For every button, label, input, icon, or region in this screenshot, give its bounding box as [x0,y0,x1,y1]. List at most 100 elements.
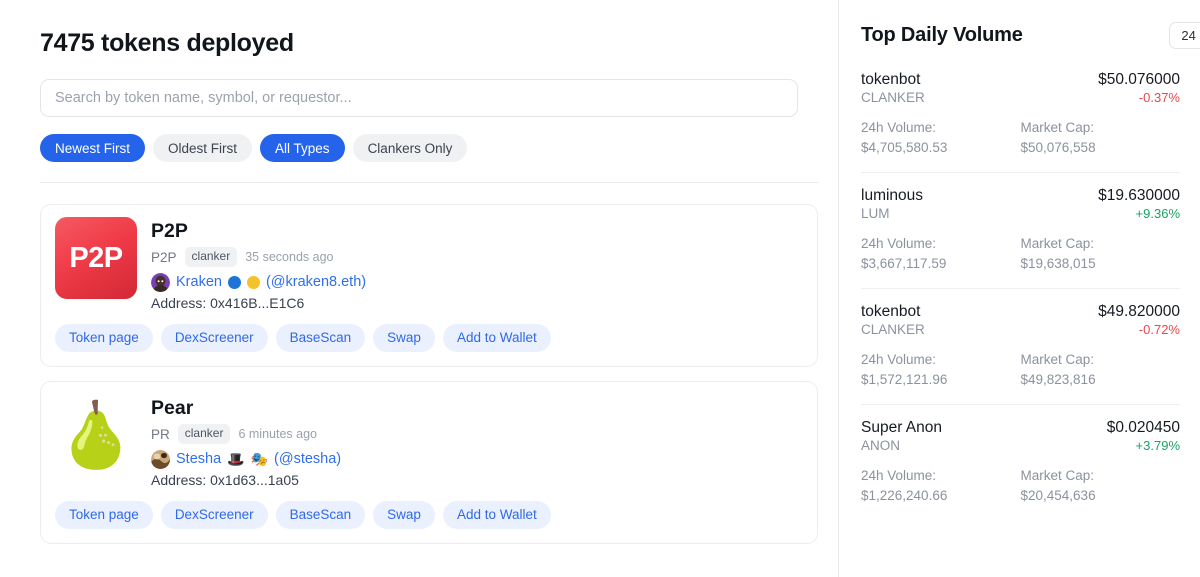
volume-token-price: $0.020450 [1106,419,1180,437]
stat-market-cap: Market Cap: $19,638,015 [1021,234,1181,273]
stat-value: $1,572,121.96 [861,371,948,387]
top-daily-volume-panel: Top Daily Volume 24 hours tokenbot $50.0… [838,0,1200,577]
stat-volume: 24h Volume: $3,667,117.59 [861,234,1021,273]
token-actions-row: Token page DexScreener BaseScan Swap Add… [55,500,803,529]
token-address: Address: 0x416B...E1C6 [151,295,366,311]
address-label: Address: [151,471,211,488]
basescan-button[interactable]: BaseScan [275,500,366,529]
token-meta-line: P2P clanker 35 seconds ago [151,247,366,267]
stat-value: $3,667,117.59 [861,255,947,271]
top-hat-icon: 🎩 [227,451,245,468]
token-timestamp: 35 seconds ago [245,250,334,265]
volume-token-symbol: CLANKER [861,322,925,338]
swap-button[interactable]: Swap [373,323,435,352]
token-logo-icon: P2P [55,217,137,299]
creator-name[interactable]: Stesha [176,451,221,467]
address-value: 0x416B...E1C6 [210,294,305,311]
page-title: 7475 tokens deployed [40,29,294,57]
token-card-header: P2P P2P P2P clanker 35 seconds ago Krake… [55,217,803,311]
volume-token-name: tokenbot [861,303,921,321]
price-change-badge: -0.72% [1138,322,1180,338]
stat-label: 24h Volume: [861,352,937,368]
token-timestamp: 6 minutes ago [238,427,317,442]
stat-volume: 24h Volume: $1,226,240.66 [861,466,1021,505]
period-select[interactable]: 24 hours [1169,22,1200,49]
token-page-button[interactable]: Token page [55,500,153,529]
panel-header: Top Daily Volume 24 hours [861,22,1200,49]
filter-chip-oldest-first[interactable]: Oldest First [153,134,253,162]
list-item[interactable]: Super Anon $0.020450 ANON +3.79% 24h Vol… [861,404,1180,520]
token-page-button[interactable]: Token page [55,323,153,352]
address-value: 0x1d63...1a05 [210,471,299,488]
app-root: 7475 tokens deployed Newest First Oldest… [0,0,1200,577]
token-type-tag: clanker [184,247,238,267]
address-label: Address: [151,294,211,311]
search-wrapper [40,79,818,117]
list-item[interactable]: luminous $19.630000 LUM +9.36% 24h Volum… [861,172,1180,288]
pear-icon: 🍐 [56,398,136,471]
list-item[interactable]: tokenbot $50.076000 CLANKER -0.37% 24h V… [861,71,1180,172]
volume-token-price: $19.630000 [1098,187,1180,205]
filter-chip-row: Newest First Oldest First All Types Clan… [40,134,818,162]
token-creator-line: Kraken (@kraken8.eth) [151,272,366,292]
token-details: Pear PR clanker 6 minutes ago Stesha 🎩 🎭… [151,394,341,488]
stat-market-cap: Market Cap: $49,823,816 [1021,350,1181,389]
swap-button[interactable]: Swap [373,500,435,529]
stat-value: $50,076,558 [1020,139,1096,155]
price-change-badge: -0.37% [1138,90,1180,105]
stat-value: $49,823,816 [1020,371,1096,387]
stat-market-cap: Market Cap: $20,454,636 [1021,466,1181,505]
price-change-badge: +9.36% [1135,206,1180,222]
volume-item-primary-row: Super Anon $0.020450 [861,419,1180,437]
add-to-wallet-button[interactable]: Add to Wallet [442,323,551,352]
stat-value: $20,454,636 [1020,487,1096,503]
filter-chip-clankers-only[interactable]: Clankers Only [352,134,468,162]
token-name: Pear [151,396,194,419]
creator-handle[interactable]: (@kraken8.eth) [266,274,366,290]
stat-label: Market Cap: [1020,120,1095,135]
stat-label: Market Cap: [1020,468,1095,484]
creator-name[interactable]: Kraken [176,274,222,290]
filter-chip-all-types[interactable]: All Types [260,134,345,162]
price-change-badge: +3.79% [1135,438,1180,454]
stat-label: Market Cap: [1020,236,1095,252]
token-name: P2P [151,220,188,242]
theater-masks-icon: 🎭 [250,451,269,468]
token-creator-line: Stesha 🎩 🎭 (@stesha) [151,449,341,469]
stat-volume: 24h Volume: $1,572,121.96 [861,350,1021,389]
stat-value: $4,705,580.53 [861,139,948,155]
token-type-tag: clanker [177,424,231,444]
dexscreener-button[interactable]: DexScreener [160,500,268,529]
volume-item-primary-row: tokenbot $49.820000 [861,303,1180,321]
volume-item-stats: 24h Volume: $4,705,580.53 Market Cap: $5… [861,118,1180,157]
basescan-button[interactable]: BaseScan [275,323,366,352]
avatar [151,449,170,469]
avatar [151,272,170,292]
token-symbol: P2P [151,249,177,265]
stat-label: 24h Volume: [861,236,937,252]
stat-market-cap: Market Cap: $50,076,558 [1021,118,1181,157]
panel-title: Top Daily Volume [861,24,1023,46]
token-meta-line: PR clanker 6 minutes ago [151,424,341,444]
token-card[interactable]: 🍐 Pear PR clanker 6 minutes ago Stesha 🎩… [40,380,818,544]
dexscreener-button[interactable]: DexScreener [160,323,268,352]
creator-handle[interactable]: (@stesha) [274,451,341,467]
volume-item-secondary-row: CLANKER -0.37% [861,90,1180,105]
list-item[interactable]: tokenbot $49.820000 CLANKER -0.72% 24h V… [861,288,1180,404]
volume-token-name: Super Anon [861,419,943,437]
token-badge-icon [246,275,260,289]
volume-token-name: tokenbot [861,71,921,88]
token-card[interactable]: P2P P2P P2P clanker 35 seconds ago Krake… [40,204,818,367]
search-input[interactable] [40,79,798,117]
volume-item-stats: 24h Volume: $1,226,240.66 Market Cap: $2… [861,466,1180,505]
stat-label: 24h Volume: [861,120,937,135]
token-details: P2P P2P clanker 35 seconds ago Kraken (@… [151,217,366,311]
token-actions-row: Token page DexScreener BaseScan Swap Add… [55,323,803,352]
volume-token-symbol: LUM [861,206,890,222]
filter-chip-newest-first[interactable]: Newest First [40,134,146,162]
token-logo-icon: 🍐 [55,393,137,476]
token-symbol: PR [151,426,170,442]
add-to-wallet-button[interactable]: Add to Wallet [442,500,551,529]
verified-badge-icon [227,275,241,289]
stat-value: $1,226,240.66 [861,487,948,503]
